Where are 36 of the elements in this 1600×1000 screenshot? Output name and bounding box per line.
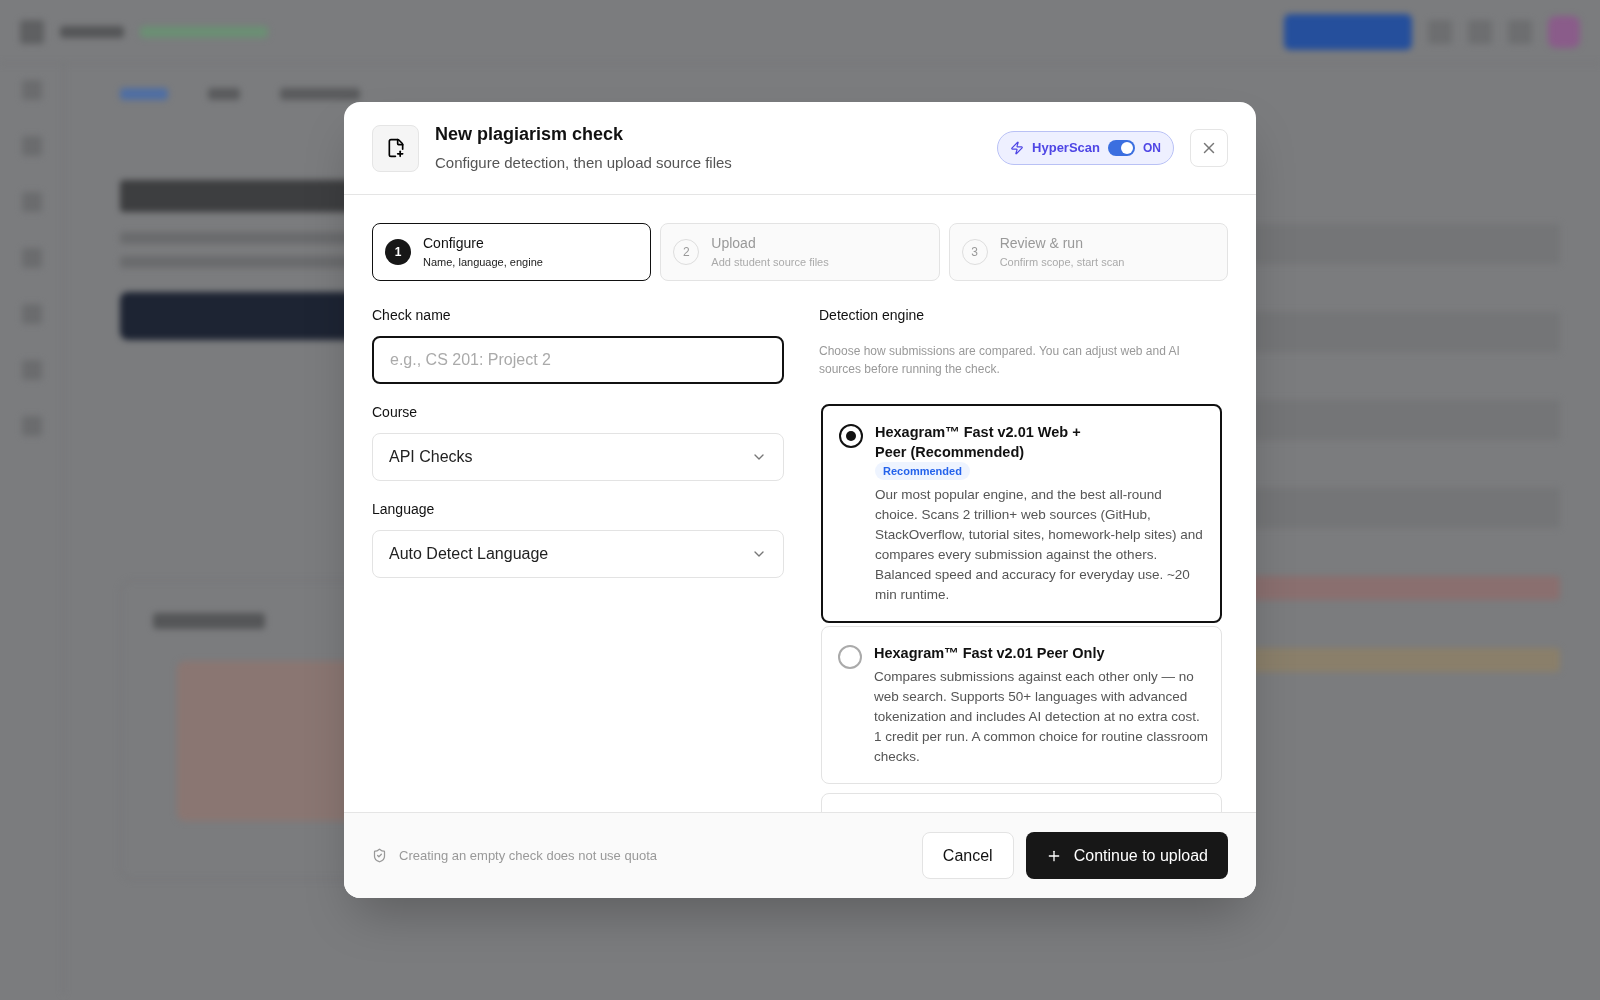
continue-button[interactable]: Continue to upload (1025, 832, 1228, 879)
engine-label: Detection engine (819, 306, 926, 325)
hyperscan-label: HyperScan (1032, 139, 1100, 158)
step-tab[interactable]: 1 Configure Name, language, engine (372, 223, 652, 281)
check-name-field[interactable]: e.g., CS 201: Project 2 (372, 336, 784, 384)
cancel-button[interactable]: Cancel (921, 832, 1014, 879)
footer-note: Creating an empty check does not use quota (399, 846, 658, 865)
field-label: Check name (372, 306, 452, 325)
step-number: 1 (385, 239, 411, 265)
step-subtitle: Name, language, engine (423, 255, 543, 271)
radio-icon (839, 424, 863, 448)
step-subtitle: Confirm scope, start scan (999, 255, 1125, 271)
select-field[interactable]: API Checks (372, 433, 784, 481)
dialog-subtitle: Configure detection, then upload source files (435, 153, 733, 174)
engine-name: Hexagram™ Fast v2.01 Peer Only (874, 644, 1105, 663)
step-subtitle: Add student source files (711, 255, 829, 271)
engine-name: Hexagram™ Fast v2.01 Web + Peer (Recommended) (875, 423, 1082, 462)
engine-option[interactable] (821, 404, 1222, 623)
lightning-icon (1010, 141, 1025, 155)
step-title: Upload (711, 234, 757, 254)
switch-icon (1108, 140, 1135, 156)
step-title: Configure (423, 234, 485, 254)
engine-description: Compares submissions against each other only — no web search. Supports 50+ languages with advanced tokenization and includes AI detection at no extra cost. 1 credit per run. A common choice for routine classroom checks. (874, 668, 1209, 766)
engine-hint: Choose how submissions are compared. You can adjust web and AI sources before running the check. (819, 343, 1181, 378)
field-label: Course (372, 403, 419, 422)
hyperscan-toggle[interactable]: HyperScan ON (997, 131, 1174, 165)
engine-description: Our most popular engine, and the best all-round choice. Scans 2 trillion+ web sources (GitHub, StackOverflow, tutorial sites, homework-help sites) and compares every submission against the others. Balanced speed and accuracy for everyday use. ~20 min runtime. (875, 486, 1204, 604)
shield-icon (372, 848, 387, 863)
hyperscan-state: ON (1143, 140, 1161, 157)
recommended-badge: Recommended (875, 462, 970, 480)
dialog-title: New plagiarism check (435, 123, 625, 147)
field-label: Language (372, 500, 436, 519)
step-title: Review & run (999, 234, 1084, 254)
file-plus-icon (372, 124, 419, 172)
select-field[interactable]: Auto Detect Language (372, 530, 784, 578)
radio-icon (838, 645, 862, 669)
